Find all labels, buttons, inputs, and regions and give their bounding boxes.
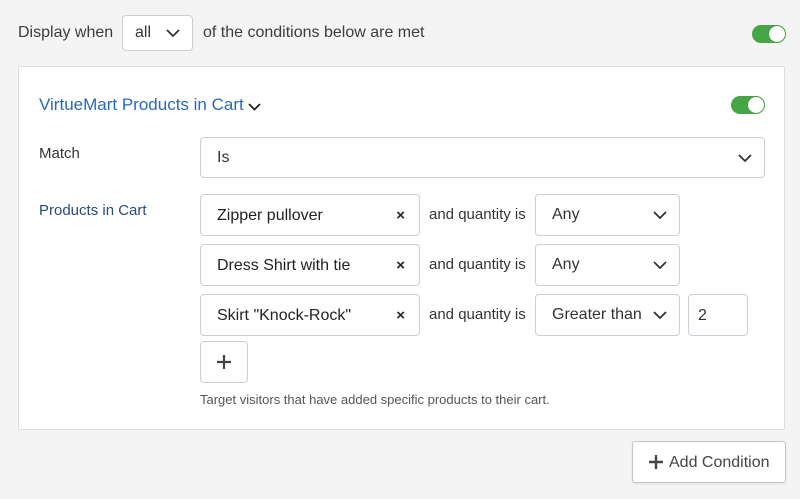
condition-toggle[interactable] bbox=[731, 96, 765, 114]
products-in-cart-label: Products in Cart bbox=[39, 202, 147, 219]
condition-card: VirtueMart Products in Cart Match Is Pro… bbox=[18, 66, 785, 430]
add-condition-label: Add Condition bbox=[669, 454, 770, 471]
quantity-operator-select[interactable]: Any bbox=[535, 244, 680, 286]
chevron-down-icon bbox=[653, 211, 667, 219]
match-select-value: Is bbox=[217, 148, 230, 166]
match-label: Match bbox=[39, 145, 80, 162]
chevron-down-icon bbox=[653, 311, 667, 319]
quantity-operator-select[interactable]: Any bbox=[535, 194, 680, 236]
quantity-value-input[interactable]: 2 bbox=[688, 294, 748, 336]
help-text: Target visitors that have added specific… bbox=[200, 392, 550, 407]
product-name: Skirt "Knock-Rock" bbox=[217, 307, 352, 324]
quantity-value: 2 bbox=[698, 307, 707, 324]
product-field[interactable]: Skirt "Knock-Rock" × bbox=[200, 294, 420, 336]
plus-icon bbox=[649, 455, 663, 469]
plus-icon bbox=[217, 355, 231, 369]
toggle-knob bbox=[748, 97, 764, 113]
conditions-text: of the conditions below are met bbox=[203, 24, 425, 41]
add-product-button[interactable] bbox=[200, 341, 248, 383]
mode-select[interactable]: all bbox=[122, 15, 193, 51]
quantity-text: and quantity is bbox=[429, 256, 526, 273]
product-field[interactable]: Dress Shirt with tie × bbox=[200, 244, 420, 286]
quantity-text: and quantity is bbox=[429, 306, 526, 323]
product-name: Zipper pullover bbox=[217, 207, 323, 224]
mode-select-value: all bbox=[135, 24, 152, 41]
close-icon[interactable]: × bbox=[396, 308, 405, 324]
master-toggle[interactable] bbox=[752, 25, 786, 43]
add-condition-button[interactable]: Add Condition bbox=[632, 441, 786, 483]
condition-title-text: VirtueMart Products in Cart bbox=[39, 95, 244, 114]
chevron-down-icon bbox=[166, 29, 180, 37]
match-select[interactable]: Is bbox=[200, 137, 765, 178]
quantity-text: and quantity is bbox=[429, 206, 526, 223]
quantity-operator-value: Greater than bbox=[552, 306, 642, 323]
quantity-operator-value: Any bbox=[552, 206, 580, 223]
condition-title[interactable]: VirtueMart Products in Cart bbox=[39, 94, 261, 117]
display-when-label: Display when bbox=[18, 24, 114, 41]
close-icon[interactable]: × bbox=[396, 258, 405, 274]
quantity-operator-value: Any bbox=[552, 256, 580, 273]
product-name: Dress Shirt with tie bbox=[217, 257, 351, 274]
quantity-operator-select[interactable]: Greater than bbox=[535, 294, 680, 336]
chevron-down-icon bbox=[738, 153, 752, 162]
close-icon[interactable]: × bbox=[396, 208, 405, 224]
chevron-down-icon bbox=[248, 95, 261, 117]
chevron-down-icon bbox=[653, 261, 667, 269]
product-field[interactable]: Zipper pullover × bbox=[200, 194, 420, 236]
toggle-knob bbox=[769, 26, 785, 42]
